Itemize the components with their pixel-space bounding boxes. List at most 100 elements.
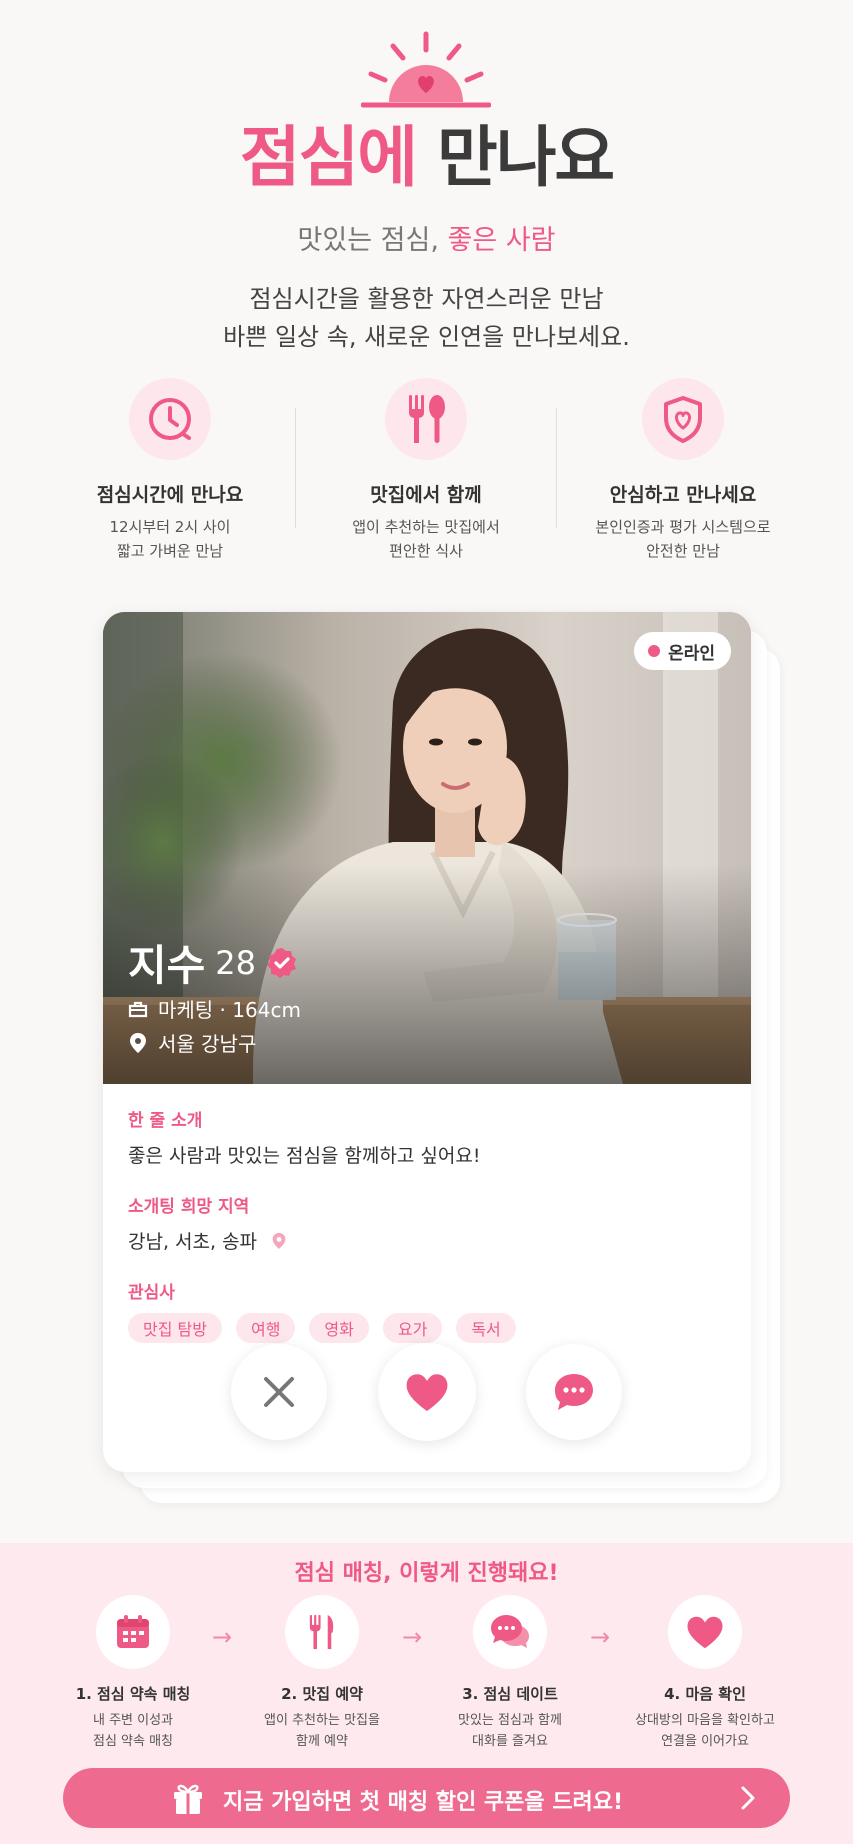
profile-card[interactable]: 온라인 지수 28 마케팅 · 164cm 서울 강남구 한 줄 소개 좋은 사… <box>103 612 751 1472</box>
desc-line-1: 점심시간을 활용한 자연스러운 만남 <box>249 285 604 313</box>
app-title-pink: 점심에 <box>239 119 418 196</box>
feature-title: 안심하고 만나세요 <box>609 484 757 506</box>
hero-description: 점심시간을 활용한 자연스러운 만남 바쁜 일상 속, 새로운 인연을 만나보세… <box>0 280 853 356</box>
shield-heart-icon <box>664 396 702 443</box>
like-button[interactable] <box>378 1343 476 1441</box>
step-description: 맛있는 점심과 함께 대화를 즐겨요 <box>420 1710 600 1752</box>
step-desc-line: 연결을 이어가요 <box>661 1734 749 1749</box>
online-dot-icon <box>648 645 661 657</box>
feature-desc-line: 짧고 가벼운 만남 <box>116 542 224 560</box>
gift-icon <box>174 1784 202 1814</box>
app-title: 점심에 만나요 <box>0 118 853 197</box>
feature-desc-line: 편안한 식사 <box>389 542 463 560</box>
step-description: 상대방의 마음을 확인하고 연결을 이어가요 <box>615 1710 795 1752</box>
utensils-icon <box>409 395 445 443</box>
step-description: 내 주변 이성과 점심 약속 매칭 <box>43 1710 223 1752</box>
step-desc-line: 맛있는 점심과 함께 <box>458 1713 562 1728</box>
profile-photo[interactable]: 온라인 지수 28 마케팅 · 164cm 서울 강남구 <box>103 612 751 1084</box>
app-subtitle: 맛있는 점심, 좋은 사람 <box>0 218 853 257</box>
signup-coupon-button[interactable]: 지금 가입하면 첫 매칭 할인 쿠폰을 드려요! <box>63 1768 790 1828</box>
desc-line-2: 바쁜 일상 속, 새로운 인연을 만나보세요. <box>223 323 630 351</box>
region-row: 강남, 서초, 송파 <box>128 1227 726 1254</box>
step-desc-line: 함께 예약 <box>296 1734 348 1749</box>
interest-tag: 맛집 탐방 <box>128 1313 222 1343</box>
feature-desc-line: 12시부터 2시 사이 <box>109 518 231 536</box>
online-status-label: 온라인 <box>668 643 715 664</box>
app-title-dark: 만나요 <box>436 119 615 196</box>
step-title: 3. 점심 데이트 <box>462 1685 558 1703</box>
divider <box>295 408 296 528</box>
feature-icon-circle <box>642 378 724 460</box>
online-status-badge: 온라인 <box>634 632 731 670</box>
feature-desc-line: 앱이 추천하는 맛집에서 <box>352 518 500 536</box>
interest-tag: 여행 <box>235 1313 296 1343</box>
chat-bubble-icon <box>555 1374 593 1410</box>
heart-icon <box>406 1374 448 1411</box>
step-title: 2. 맛집 예약 <box>281 1685 363 1703</box>
close-icon <box>264 1377 294 1407</box>
region-text: 강남, 서초, 송파 <box>128 1231 258 1253</box>
feature-restaurant: 맛집에서 함께 앱이 추천하는 맛집에서 편안한 식사 <box>306 378 546 563</box>
feature-desc-line: 본인인증과 평가 시스템으로 <box>595 518 771 536</box>
feature-lunch-time: 점심시간에 만나요 12시부터 2시 사이 짧고 가벼운 만남 <box>50 378 290 563</box>
feature-title: 점심시간에 만나요 <box>96 484 244 506</box>
subtitle-gray: 맛있는 점심, <box>297 225 439 256</box>
profile-details: 한 줄 소개 좋은 사람과 맛있는 점심을 함께하고 싶어요! 소개팅 희망 지… <box>128 1106 726 1343</box>
process-step-2: 2. 맛집 예약 앱이 추천하는 맛집을 함께 예약 <box>232 1595 412 1752</box>
sun-heart-logo-icon <box>361 31 491 108</box>
chat-bubbles-icon <box>491 1615 529 1648</box>
process-section: 점심 매칭, 이렇게 진행돼요! 1. 점심 약속 매칭 내 주변 이성과 점심… <box>0 1543 853 1844</box>
pass-button[interactable] <box>231 1344 327 1440</box>
feature-title: 맛집에서 함께 <box>370 484 482 506</box>
briefcase-icon <box>128 1001 148 1017</box>
step-title: 4. 마음 확인 <box>664 1685 746 1703</box>
profile-location-row: 서울 강남구 <box>128 1028 256 1057</box>
process-step-1: 1. 점심 약속 매칭 내 주변 이성과 점심 약속 매칭 <box>43 1595 223 1752</box>
step-desc-line: 대화를 즐겨요 <box>472 1734 548 1749</box>
profile-name: 지수 <box>128 941 206 990</box>
interest-tags: 맛집 탐방 여행 영화 요가 독서 <box>128 1313 726 1343</box>
profile-age: 28 <box>215 943 256 982</box>
process-step-4: 4. 마음 확인 상대방의 마음을 확인하고 연결을 이어가요 <box>615 1595 795 1752</box>
interests-label: 관심사 <box>128 1283 175 1303</box>
feature-description: 12시부터 2시 사이 짧고 가벼운 만남 <box>50 515 290 563</box>
interest-tag: 영화 <box>309 1313 369 1343</box>
clock-icon <box>149 398 191 440</box>
feature-icon-circle <box>129 378 211 460</box>
interest-tag: 독서 <box>456 1313 516 1343</box>
hero-section: 점심에 만나요 맛있는 점심, 좋은 사람 점심시간을 활용한 자연스러운 만남… <box>0 0 853 360</box>
location-pin-icon <box>130 1032 146 1053</box>
step-desc-line: 점심 약속 매칭 <box>92 1734 174 1749</box>
step-desc-line: 앱이 추천하는 맛집을 <box>264 1713 380 1728</box>
step-icon-circle <box>285 1595 359 1669</box>
feature-description: 앱이 추천하는 맛집에서 편안한 식사 <box>306 515 546 563</box>
intro-text: 좋은 사람과 맛있는 점심을 함께하고 싶어요! <box>128 1145 481 1167</box>
region-pin-icon <box>272 1232 286 1249</box>
profile-job-row: 마케팅 · 164cm <box>128 994 301 1023</box>
step-desc-line: 내 주변 이성과 <box>92 1713 174 1728</box>
step-icon-circle <box>668 1595 742 1669</box>
features-row: 점심시간에 만나요 12시부터 2시 사이 짧고 가벼운 만남 맛집에서 함께 … <box>50 378 803 560</box>
region-label: 소개팅 희망 지역 <box>128 1197 250 1217</box>
step-description: 앱이 추천하는 맛집을 함께 예약 <box>232 1710 412 1752</box>
profile-job-height: 마케팅 · 164cm <box>158 998 301 1022</box>
divider <box>556 408 557 528</box>
step-icon-circle <box>473 1595 547 1669</box>
card-actions <box>103 1343 751 1442</box>
arrow-right-icon: → <box>590 1623 611 1651</box>
calendar-icon <box>117 1615 149 1648</box>
feature-description: 본인인증과 평가 시스템으로 안전한 만남 <box>563 515 803 563</box>
message-button[interactable] <box>526 1344 622 1440</box>
interest-tag: 요가 <box>382 1313 443 1343</box>
profile-name-row: 지수 28 <box>128 932 298 993</box>
profile-location: 서울 강남구 <box>158 1032 257 1056</box>
step-title: 1. 점심 약속 매칭 <box>75 1685 191 1703</box>
feature-icon-circle <box>385 378 467 460</box>
chevron-right-icon <box>741 1786 755 1810</box>
process-title: 점심 매칭, 이렇게 진행돼요! <box>294 1561 559 1586</box>
feature-desc-line: 안전한 만남 <box>646 542 720 560</box>
step-desc-line: 상대방의 마음을 확인하고 <box>635 1713 775 1728</box>
arrow-right-icon: → <box>212 1623 233 1651</box>
utensils-icon <box>309 1614 334 1650</box>
heart-icon <box>687 1616 723 1649</box>
